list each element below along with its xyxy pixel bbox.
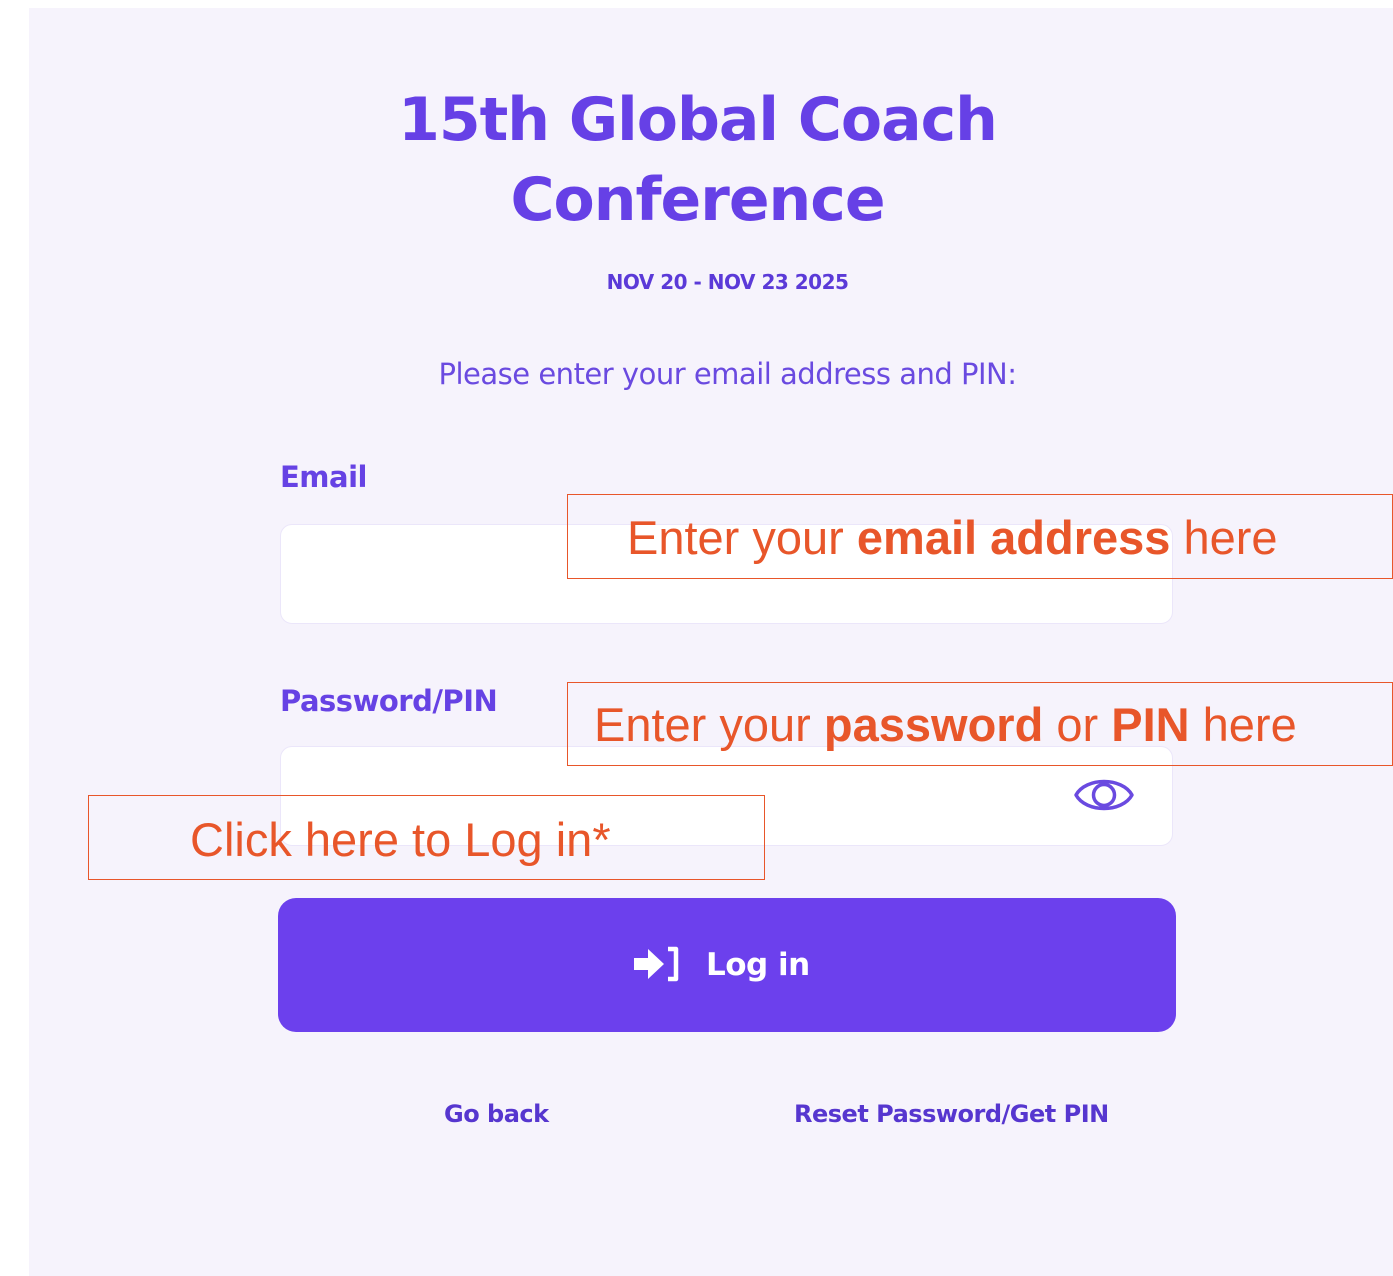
pin-annotation-callout: Enter your password or PIN here [567, 682, 1393, 766]
email-annotation-text-2: here [1170, 511, 1278, 564]
pin-annotation-bold-2: PIN [1111, 698, 1190, 751]
login-button[interactable]: Log in [278, 898, 1176, 1032]
go-back-link[interactable]: Go back [444, 1100, 549, 1128]
email-annotation-bold: email address [856, 511, 1171, 564]
pin-annotation-text-2: or [1043, 698, 1112, 751]
login-button-content: Log in [632, 942, 810, 988]
reset-password-link[interactable]: Reset Password/Get PIN [794, 1100, 1109, 1128]
title-line-1: 15th Global Coach [398, 85, 998, 155]
login-annotation-callout: Click here to Log in* [88, 795, 765, 880]
login-button-label: Log in [706, 947, 810, 983]
pin-label: Password/PIN [280, 684, 498, 718]
form-instructions: Please enter your email address and PIN: [438, 357, 1017, 391]
pin-annotation-text-1: Enter your [594, 698, 824, 751]
eye-icon[interactable] [1072, 772, 1136, 818]
email-label: Email [280, 460, 367, 494]
event-dates: NOV 20 - NOV 23 2025 [606, 270, 849, 294]
email-annotation-callout: Enter your email address here [567, 494, 1393, 579]
title-line-2: Conference [510, 165, 885, 235]
pin-annotation-text-3: here [1189, 698, 1297, 751]
pin-annotation-bold-1: password [823, 698, 1044, 751]
email-annotation-text-1: Enter your [627, 511, 857, 564]
page-title: 15th Global Coach Conference [0, 80, 1393, 240]
login-arrow-icon [632, 944, 682, 987]
